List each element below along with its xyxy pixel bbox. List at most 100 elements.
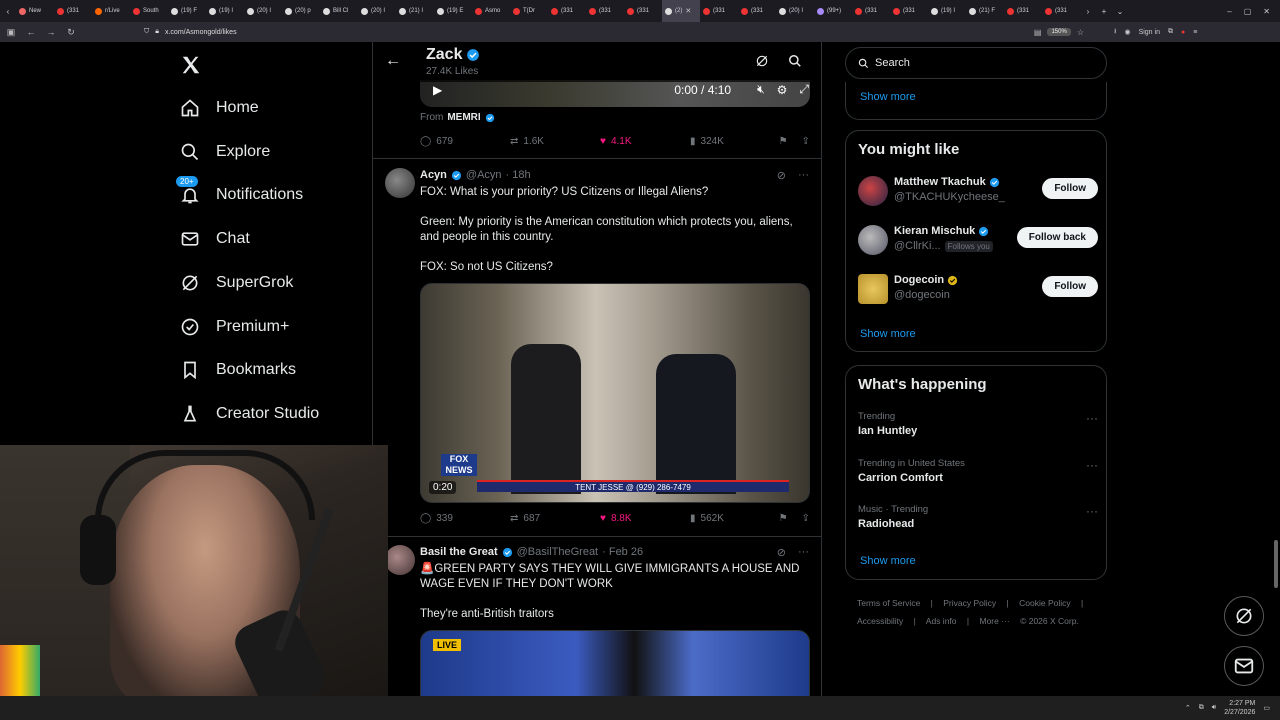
avatar[interactable] [385,545,415,575]
browser-tab[interactable]: (2) ✕ [662,0,700,22]
show-more-link[interactable]: Show more [860,555,916,567]
browser-tab[interactable]: (331 [852,0,890,22]
repost-button[interactable]: ⇄ 687 [510,513,600,524]
browser-tab[interactable]: (21) I [396,0,434,22]
browser-tab[interactable]: South [130,0,168,22]
browser-tab[interactable]: (19) F [168,0,206,22]
browser-tab[interactable]: (331 [54,0,92,22]
reply-button[interactable]: ◯ 339 [420,513,510,524]
browser-tab[interactable]: New [16,0,54,22]
browser-tab[interactable]: (19) I [928,0,966,22]
suggestion-name[interactable]: Matthew Tkachuk [894,176,1000,188]
system-clock[interactable]: 2:27 PM 2/27/2026 [1224,699,1255,717]
trend-item[interactable]: Music · Trending Radiohead ··· [858,504,1098,530]
follow-suggestion[interactable]: Matthew Tkachuk @TKACHUKycheese_ Follow [858,174,1098,208]
tab-scroll-right-icon[interactable]: › [1080,7,1096,16]
browser-tab[interactable]: (331 [1004,0,1042,22]
grok-fab-button[interactable] [1224,596,1264,636]
downloads-icon[interactable]: ⭳ [1114,27,1116,38]
author-handle[interactable]: @Acyn [466,169,502,181]
browser-tab[interactable]: (331 [738,0,776,22]
avatar[interactable] [858,176,888,206]
like-button[interactable]: ♥ 8.8K [600,513,690,524]
browser-tab[interactable]: (331 [624,0,662,22]
more-options-icon[interactable]: ··· [1086,411,1098,425]
account-icon[interactable]: ◉ [1124,28,1130,36]
nav-premium[interactable]: Premium+ [180,317,289,337]
views-button[interactable]: ▮ 324K [690,136,770,147]
author-name[interactable]: Basil the Great [420,546,498,558]
browser-tab[interactable]: (20) I [244,0,282,22]
trend-item[interactable]: Trending Ian Huntley ··· [858,411,1098,437]
nav-creator-studio[interactable]: Creator Studio [180,404,319,424]
bookmark-icon[interactable]: ⚑ [779,136,788,147]
share-icon[interactable]: ⇪ [802,136,810,147]
browser-tab[interactable]: (331 [548,0,586,22]
url-bar[interactable]: ⛉ 🔒︎ x.com/Asmongold/likes ▤ 150% ☆ [144,28,1084,37]
footer-link[interactable]: Ads info [926,616,957,626]
more-options-icon[interactable]: ··· [798,169,809,182]
mute-icon[interactable]: 🔇︎ [757,82,765,97]
maximize-icon[interactable]: ▢ [1244,7,1252,16]
browser-tab[interactable]: (19) I [206,0,244,22]
forward-icon[interactable]: → [46,27,56,37]
browser-tab[interactable]: (331 [890,0,928,22]
reload-icon[interactable]: ↻ [66,27,76,38]
close-window-icon[interactable]: ✕ [1263,7,1270,16]
nav-notifications[interactable]: 20+ Notifications [176,176,303,205]
network-icon[interactable]: ⧉ [1199,704,1204,712]
reply-button[interactable]: ◯ 679 [420,136,510,147]
nav-chat[interactable]: Chat [180,229,250,249]
close-tab-icon[interactable]: ✕ [685,7,691,15]
footer-link[interactable]: Accessibility [857,616,903,626]
more-options-icon[interactable]: ··· [1086,458,1098,472]
search-icon[interactable] [788,54,802,73]
dogecoin-avatar-icon[interactable] [858,274,888,304]
show-more-link[interactable]: Show more [860,91,916,103]
avatar[interactable] [858,225,888,255]
reader-icon[interactable]: ▤ [1034,28,1042,37]
video-player-3[interactable]: LIVE [420,630,810,696]
browser-tab[interactable]: Asmo [472,0,510,22]
grok-icon[interactable]: ⊘ [777,169,786,182]
browser-tab[interactable]: (99+) [814,0,852,22]
grok-icon[interactable] [755,54,769,73]
nav-explore[interactable]: Explore [180,142,270,162]
repost-button[interactable]: ⇄ 1.6K [510,136,600,147]
browser-tab[interactable]: (331 [1042,0,1080,22]
avatar[interactable] [385,168,415,198]
volume-icon[interactable]: 🔊︎ [1212,704,1216,712]
show-more-link[interactable]: Show more [860,328,916,340]
post-time[interactable]: · Feb 26 [602,546,643,558]
author-name[interactable]: Acyn [420,169,447,181]
footer-link[interactable]: Privacy Policy [943,598,996,608]
author-handle[interactable]: @BasilTheGreat [517,546,598,558]
bookmark-star-icon[interactable]: ☆ [1077,28,1084,37]
follow-suggestion[interactable]: Kieran Mischuk @CllrKi... Follows you Fo… [858,223,1098,257]
follow-suggestion[interactable]: Dogecoin @dogecoin Follow [858,272,1098,306]
zoom-level-badge[interactable]: 150% [1047,28,1071,36]
fullscreen-icon[interactable]: ⤢ [799,82,809,97]
search-input[interactable]: Search [845,47,1107,79]
tab-scroll-left-icon[interactable]: ‹ [0,7,16,16]
grok-icon[interactable]: ⊘ [777,546,786,559]
browser-tab[interactable]: (331 [586,0,624,22]
post-time[interactable]: · 18h [506,169,531,181]
source-name[interactable]: MEMRI [447,112,480,123]
share-icon[interactable]: ⇪ [802,513,810,524]
views-button[interactable]: ▮ 562K [690,513,770,524]
browser-tab[interactable]: (21) F [966,0,1004,22]
video-player-2[interactable]: FOX NEWS TENT JESSE @ (929) 286-7479 0:20 [420,283,810,503]
browser-tab[interactable]: r/Live [92,0,130,22]
follow-button[interactable]: Follow [1042,276,1098,297]
bookmark-icon[interactable]: ⚑ [779,513,788,524]
minimize-icon[interactable]: – [1227,7,1231,16]
footer-more-link[interactable]: More ··· [979,616,1009,626]
nav-bookmarks[interactable]: Bookmarks [180,360,296,380]
page-scrollbar[interactable] [1274,540,1278,588]
footer-link[interactable]: Cookie Policy [1019,598,1071,608]
back-icon[interactable]: ← [26,27,36,37]
browser-tab[interactable]: (20) p [282,0,320,22]
messages-fab-button[interactable] [1224,646,1264,686]
extensions-icon[interactable]: ⧉ [1168,28,1173,36]
